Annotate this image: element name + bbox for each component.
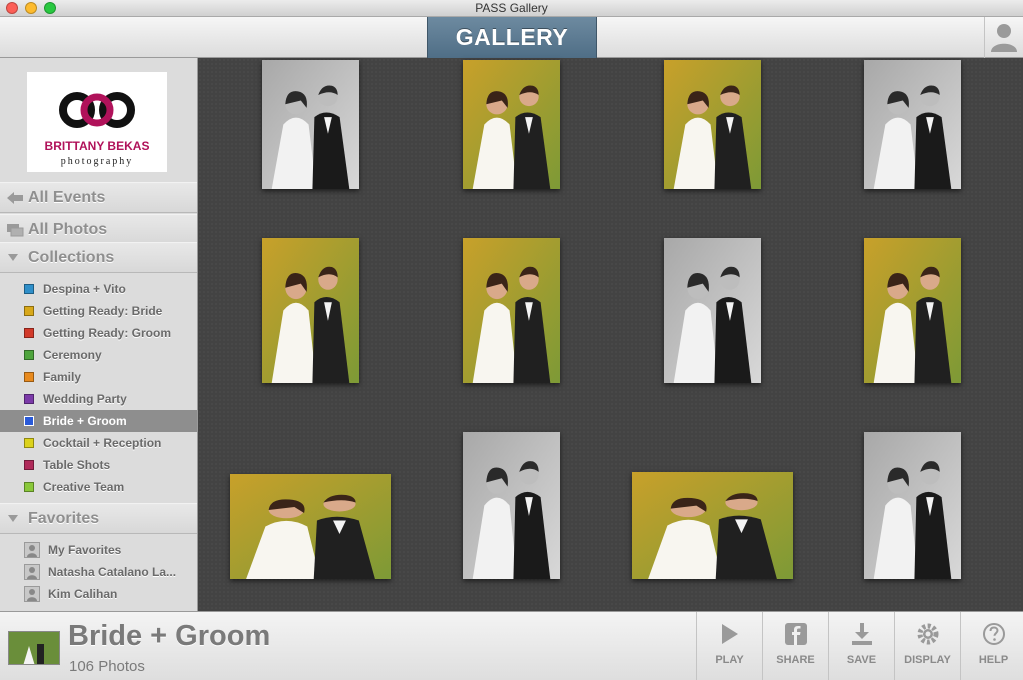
download-icon <box>852 623 872 645</box>
logo-text-line1: BRITTANY BEKAS <box>45 139 150 153</box>
avatar <box>24 586 40 602</box>
account-button[interactable] <box>984 17 1023 58</box>
help-label: HELP <box>978 654 1009 666</box>
share-label: SHARE <box>776 654 815 666</box>
sidebar: BRITTANY BEKAS photography All Events Al… <box>0 58 198 611</box>
photo-6[interactable] <box>463 238 560 383</box>
collection-item-label: Creative Team <box>43 480 125 494</box>
collection-color-swatch <box>24 482 34 492</box>
favorite-item-label: Kim Calihan <box>48 587 118 601</box>
photo-2[interactable] <box>463 60 560 189</box>
collection-color-swatch <box>24 394 34 404</box>
photos-stack-icon <box>7 224 24 237</box>
app-window: PASS Gallery GALLERY BRITTANY BEKAS phot… <box>0 0 1023 680</box>
collection-item[interactable]: Cocktail + Reception <box>0 432 197 454</box>
logo-text-line2: photography <box>61 156 134 167</box>
photo-8[interactable] <box>864 238 961 383</box>
photo-9[interactable] <box>230 474 391 579</box>
photo-5[interactable] <box>262 238 359 383</box>
collection-item[interactable]: Ceremony <box>0 344 197 366</box>
collection-thumbnail <box>8 631 60 665</box>
collection-item-label: Despina + Vito <box>43 282 126 296</box>
avatar <box>24 542 40 558</box>
help-icon <box>983 623 1005 645</box>
collection-item-label: Wedding Party <box>43 392 127 406</box>
collection-item[interactable]: Despina + Vito <box>0 278 197 300</box>
photo-4[interactable] <box>864 60 961 189</box>
collection-color-swatch <box>24 372 34 382</box>
nav-all-events-label: All Events <box>28 189 106 206</box>
favorite-item-label: Natasha Catalano La... <box>48 565 177 579</box>
collection-item[interactable]: Table Shots <box>0 454 197 476</box>
share-button[interactable]: SHARE <box>762 612 828 680</box>
collection-color-swatch <box>24 416 34 426</box>
collection-color-swatch <box>24 350 34 360</box>
play-button[interactable]: PLAY <box>696 612 762 680</box>
collections-header[interactable]: Collections <box>0 242 197 273</box>
favorites-header[interactable]: Favorites <box>0 503 197 534</box>
save-button[interactable]: SAVE <box>828 612 894 680</box>
collection-color-swatch <box>24 284 34 294</box>
nav-all-photos-label: All Photos <box>28 221 108 238</box>
display-label: DISPLAY <box>904 654 951 666</box>
photo-1[interactable] <box>262 60 359 189</box>
disclosure-triangle-icon <box>8 515 18 522</box>
collection-color-swatch <box>24 438 34 448</box>
title-bar: PASS Gallery <box>0 0 1023 17</box>
facebook-icon <box>785 623 807 645</box>
collection-color-swatch <box>24 306 34 316</box>
user-icon <box>991 24 1017 52</box>
save-label: SAVE <box>846 654 877 666</box>
avatar <box>24 564 40 580</box>
collection-item[interactable]: Family <box>0 366 197 388</box>
collection-item[interactable]: Bride + Groom <box>0 410 197 432</box>
back-arrow-icon <box>7 192 23 204</box>
collection-color-swatch <box>24 328 34 338</box>
tab-gallery[interactable]: GALLERY <box>427 17 597 58</box>
collection-color-swatch <box>24 460 34 470</box>
studio-logo: BRITTANY BEKAS photography <box>27 72 167 172</box>
disclosure-triangle-icon <box>8 254 18 261</box>
photo-grid <box>198 58 1023 611</box>
photo-11[interactable] <box>632 472 793 579</box>
play-label: PLAY <box>715 654 744 666</box>
collections-header-label: Collections <box>28 249 115 266</box>
collection-item-label: Bride + Groom <box>43 414 127 428</box>
bottom-bar: Bride + Groom 106 Photos PLAY SHARE SAVE… <box>0 611 1023 680</box>
help-button[interactable]: HELP <box>960 612 1023 680</box>
collection-item[interactable]: Getting Ready: Groom <box>0 322 197 344</box>
collection-item-label: Table Shots <box>43 458 111 472</box>
photo-12[interactable] <box>864 432 961 579</box>
photo-3[interactable] <box>664 60 761 189</box>
favorite-item[interactable]: Natasha Catalano La... <box>0 561 197 583</box>
favorite-item-label: My Favorites <box>48 543 122 557</box>
collection-item-label: Ceremony <box>43 348 102 362</box>
favorites-header-label: Favorites <box>28 510 100 527</box>
photo-7[interactable] <box>664 238 761 383</box>
nav-all-events[interactable]: All Events <box>0 182 197 213</box>
gear-icon <box>917 623 939 645</box>
favorite-item[interactable]: Kim Calihan <box>0 583 197 605</box>
play-icon <box>722 624 738 644</box>
photo-10[interactable] <box>463 432 560 579</box>
collection-item-label: Getting Ready: Groom <box>43 326 172 340</box>
collection-item-label: Getting Ready: Bride <box>43 304 163 318</box>
toolbar: GALLERY <box>0 17 1023 58</box>
window-title: PASS Gallery <box>475 1 548 15</box>
favorite-item[interactable]: My Favorites <box>0 539 197 561</box>
collection-item[interactable]: Creative Team <box>0 476 197 498</box>
collection-title: Bride + Groom <box>68 620 271 652</box>
collection-item[interactable]: Getting Ready: Bride <box>0 300 197 322</box>
display-button[interactable]: DISPLAY <box>894 612 960 680</box>
collection-item[interactable]: Wedding Party <box>0 388 197 410</box>
collection-item-label: Family <box>43 370 82 384</box>
collection-item-label: Cocktail + Reception <box>43 436 162 450</box>
photo-count: 106 Photos <box>69 658 145 675</box>
nav-all-photos[interactable]: All Photos <box>0 214 197 245</box>
